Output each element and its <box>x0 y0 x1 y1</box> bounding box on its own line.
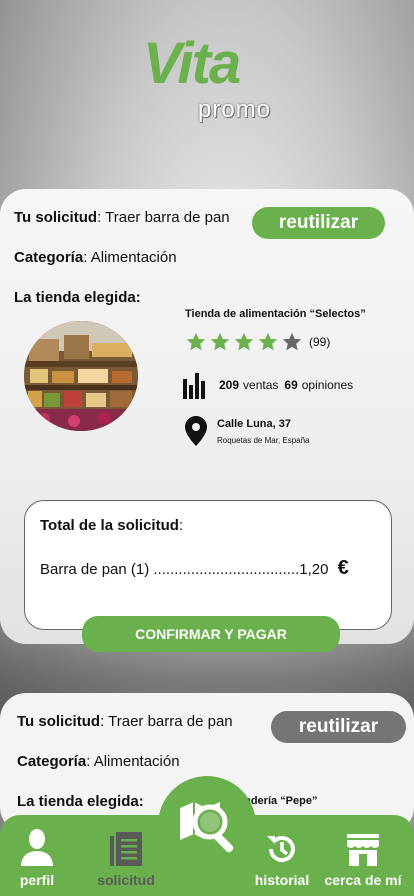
category-label: Categoría <box>14 249 84 266</box>
chosen-store-label-2: La tienda elegida: <box>17 793 144 810</box>
bar-chart-icon <box>183 373 205 399</box>
logo-vita-text: Vita <box>143 31 241 96</box>
user-icon <box>21 829 53 866</box>
chosen-store-label: La tienda elegida: <box>14 289 141 306</box>
category-value: : Alimentación <box>83 249 177 266</box>
search-map-icon <box>180 802 234 853</box>
store-rating: (99) <box>185 331 330 353</box>
order-line-item: Barra de pan (1) .......................… <box>40 557 349 580</box>
category-row: Categoría: Alimentación <box>14 249 177 266</box>
store-photo <box>24 321 138 431</box>
request-value: : Traer barra de pan <box>97 209 230 226</box>
store-address: Calle Luna, 37 Roquetas de Mar, España <box>185 416 310 451</box>
star-icon <box>234 332 254 351</box>
reviews-count: 69 <box>284 378 298 392</box>
store-stats: 209 ventas 69 opiniones <box>183 371 353 399</box>
logo-promo-text: promo <box>198 96 272 123</box>
sales-label: ventas <box>243 378 279 392</box>
search-map-button[interactable] <box>158 776 256 874</box>
star-icon <box>210 332 230 351</box>
star-empty-icon <box>282 332 302 351</box>
order-total-box: Total de la solicitud: Barra de pan (1) … <box>24 500 392 630</box>
item-line-text: Barra de pan (1) .......................… <box>40 561 329 578</box>
brand-logo: Vita promo <box>0 0 414 190</box>
total-heading: Total de la solicitud: <box>40 517 184 534</box>
location-pin-icon <box>185 416 207 446</box>
nav-cerca-de-mi[interactable]: cerca de mí <box>320 815 406 896</box>
rating-count: (99) <box>309 335 331 349</box>
nav-solicitud[interactable]: solicitud <box>90 815 162 896</box>
nav-historial[interactable]: historial <box>250 815 314 896</box>
reuse-button[interactable]: reutilizar <box>252 207 385 239</box>
star-icon <box>258 332 278 351</box>
store-icon <box>347 834 379 866</box>
history-icon <box>267 836 295 863</box>
reuse-button-2[interactable]: reutilizar <box>271 711 406 743</box>
request-label: Tu solicitud <box>14 209 98 226</box>
request-summary: Tu solicitud: Traer barra de pan <box>14 209 230 226</box>
category-row-2: Categoría: Alimentación <box>17 753 180 770</box>
currency-symbol: € <box>337 557 349 579</box>
address-street: Calle Luna, 37 <box>217 418 291 430</box>
sales-count: 209 <box>219 378 240 392</box>
star-icon <box>186 332 206 351</box>
store-name: Tienda de alimentación “Selectos” <box>185 308 366 320</box>
reviews-label: opiniones <box>301 378 354 392</box>
address-city: Roquetas de Mar, España <box>217 436 310 445</box>
request-summary-2: Tu solicitud: Traer barra de pan <box>17 713 233 730</box>
document-list-icon <box>110 832 142 866</box>
confirm-pay-button[interactable]: CONFIRMAR Y PAGAR <box>82 616 340 652</box>
nav-perfil[interactable]: perfil <box>6 815 68 896</box>
